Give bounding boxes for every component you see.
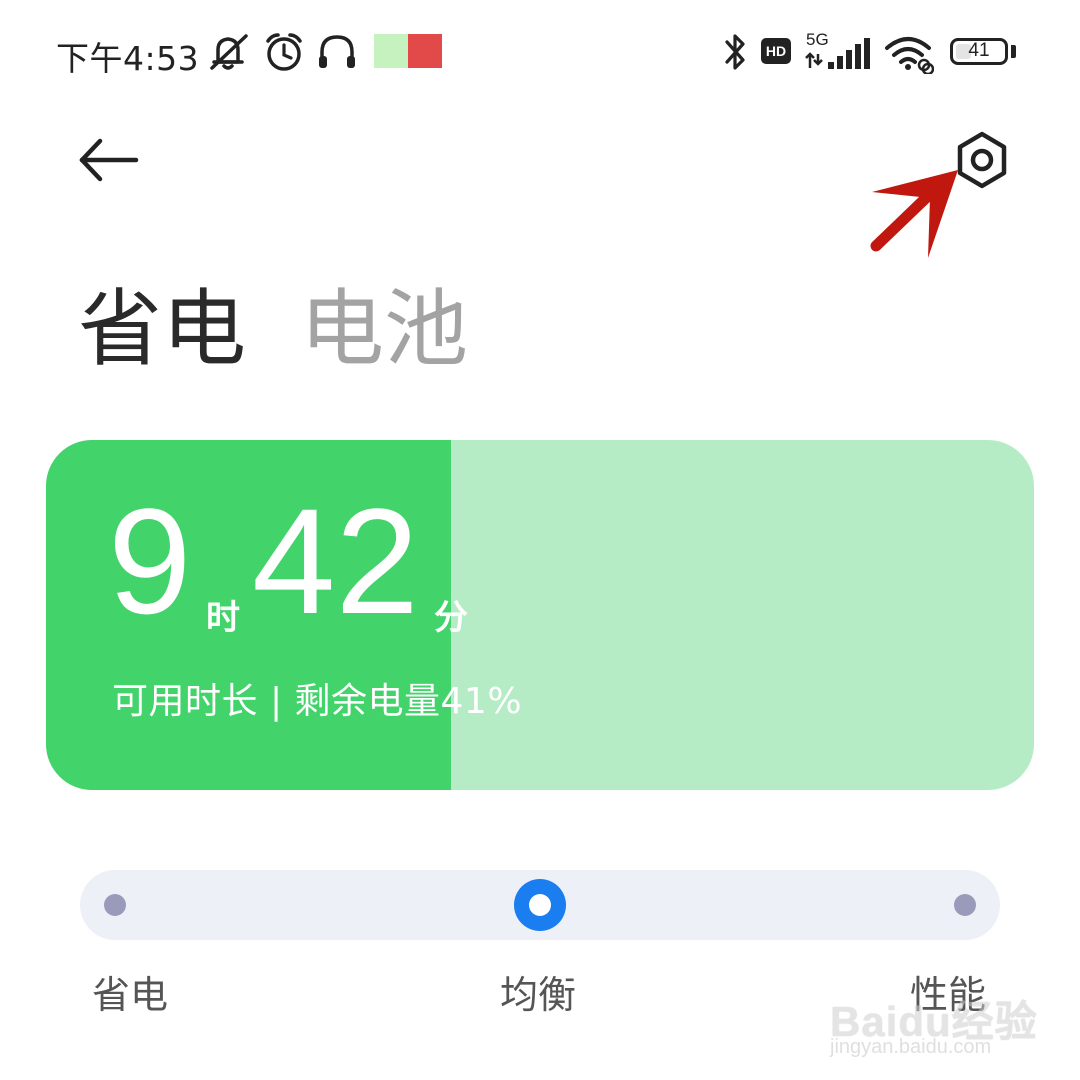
tab-power-saving[interactable]: 省电 (78, 262, 246, 383)
annotation-arrow-icon (870, 170, 958, 258)
back-arrow-icon (79, 138, 139, 182)
mode-label-balanced[interactable]: 均衡 (500, 964, 576, 1019)
battery-icon: 41 (950, 38, 1008, 65)
card-subtitle: 可用时长 | 剩余电量41% (112, 681, 523, 722)
wifi-icon (885, 37, 934, 74)
bluetooth-icon (725, 34, 745, 70)
minutes-unit: 分 (434, 598, 468, 638)
card-content: 9 时 42 分 可用时长 | 剩余电量41% (46, 440, 1034, 790)
signal-5g-icon (805, 38, 870, 69)
watermark-url: jingyan.baidu.com (830, 1036, 992, 1058)
battery-level: 41 (968, 40, 990, 61)
mode-slider-knob[interactable] (514, 879, 566, 931)
mode-label-performance[interactable]: 性能 (910, 964, 986, 1019)
mute-bell-icon (210, 34, 248, 70)
alarm-icon (266, 33, 302, 71)
mode-label-power-saving[interactable]: 省电 (92, 964, 168, 1019)
battery-tip (1011, 45, 1016, 58)
mode-dot-power-saving[interactable] (104, 894, 126, 916)
hd-icon: HD (761, 38, 791, 64)
hours-unit: 时 (206, 598, 240, 638)
minutes-value: 42 (252, 477, 419, 645)
headphones-icon (319, 35, 355, 68)
status-bar: 下午4:53 HD 5G 41 (0, 0, 1080, 100)
battery-estimate-card: 9 时 42 分 可用时长 | 剩余电量41% (46, 440, 1034, 790)
back-button[interactable] (74, 132, 142, 188)
status-color-swatch-green (374, 34, 408, 68)
mode-dot-performance[interactable] (954, 894, 976, 916)
mode-slider[interactable] (80, 870, 1000, 940)
tab-battery[interactable]: 电池 (300, 262, 468, 383)
status-color-swatch-red (408, 34, 442, 68)
status-time: 下午4:53 (56, 39, 200, 78)
hours-value: 9 (108, 477, 192, 645)
